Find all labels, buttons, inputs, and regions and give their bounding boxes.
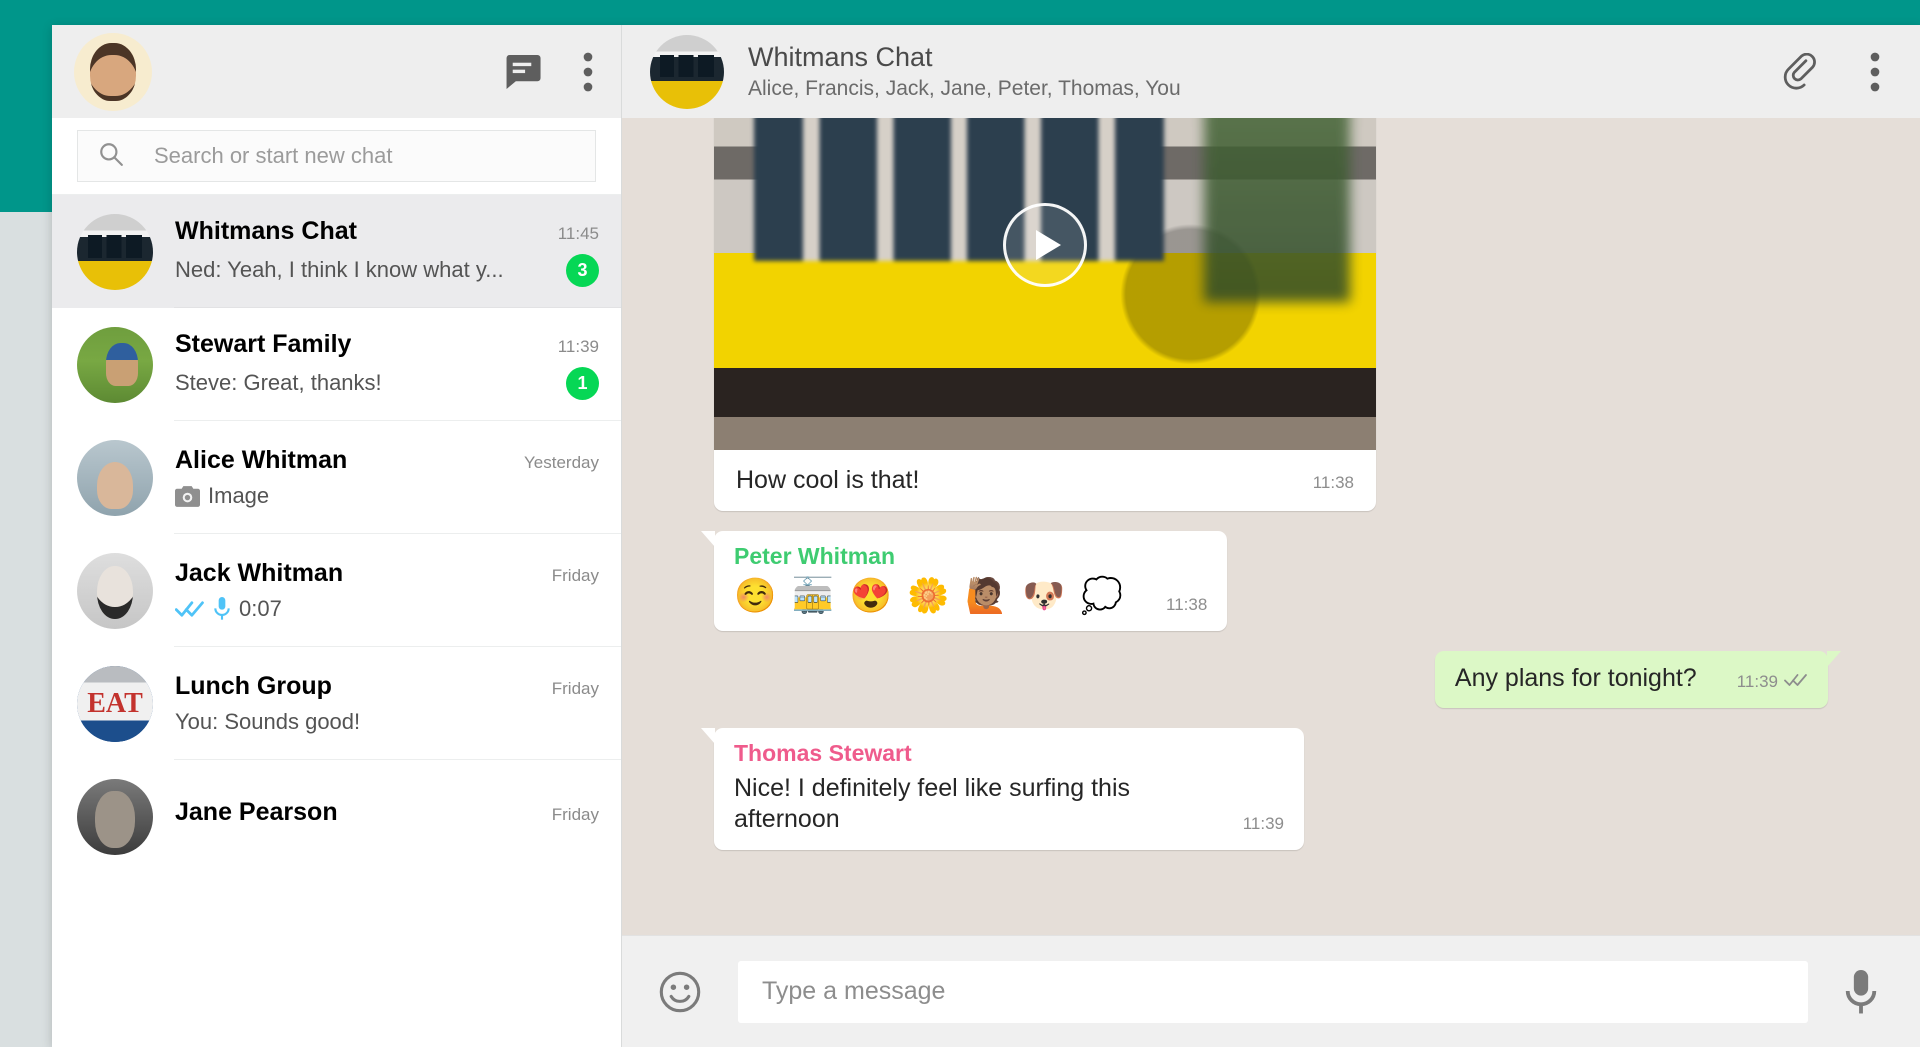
chat-time: Friday: [551, 566, 599, 585]
message-text: Any plans for tonight?: [1454, 663, 1697, 692]
overflow-menu-icon[interactable]: [583, 52, 593, 92]
chat-list[interactable]: Whitmans Chat 11:45 Ned: Yeah, I think I…: [52, 195, 621, 1047]
chat-preview: 0:07: [239, 596, 282, 621]
search-icon: [98, 141, 124, 172]
chat-name: Jack Whitman: [175, 559, 344, 587]
chat-item-body: Alice Whitman Yesterday Image: [175, 446, 599, 509]
message-row: How cool is that! 11:38: [714, 118, 1828, 511]
message-input[interactable]: [738, 960, 1808, 1023]
chat-time: Friday: [551, 805, 599, 824]
avatar: [77, 326, 153, 403]
chat-preview: You: Sounds good!: [175, 709, 361, 734]
message-row: Any plans for tonight? 11:39: [714, 650, 1842, 709]
camera-icon: [175, 485, 200, 507]
microphone-icon[interactable]: [1844, 969, 1878, 1015]
paperclip-icon[interactable]: [1782, 52, 1820, 91]
unread-badge: 1: [566, 366, 599, 400]
avatar: [77, 778, 153, 855]
emoji-content: ☺️ 🚋 😍 🌼 🙋🏽 🐶 💭: [734, 577, 1127, 615]
play-icon[interactable]: [1003, 203, 1087, 287]
double-check-icon: [1784, 672, 1808, 692]
chat-item-body: Stewart Family 11:39 Steve: Great, thank…: [175, 330, 599, 400]
sidebar-header: [52, 25, 621, 118]
chat-item-body: Whitmans Chat 11:45 Ned: Yeah, I think I…: [175, 217, 599, 287]
chat-preview: Image: [208, 483, 270, 508]
chat-panel: Whitmans Chat Alice, Francis, Jack, Jane…: [622, 25, 1920, 1047]
search-bar-container: [52, 118, 621, 195]
chat-preview: Ned: Yeah, I think I know what y...: [175, 257, 504, 282]
chat-header-actions: [1782, 52, 1880, 92]
sidebar-header-actions: [503, 52, 593, 92]
participants-list: Alice, Francis, Jack, Jane, Peter, Thoma…: [748, 77, 1181, 100]
new-chat-icon[interactable]: [503, 54, 541, 89]
chat-time: Yesterday: [524, 453, 599, 472]
search-box[interactable]: [77, 130, 596, 182]
page-title: Whitmans Chat: [748, 42, 933, 72]
timestamp: 11:38: [1312, 473, 1354, 492]
message-bubble-emoji[interactable]: Peter Whitman ☺️ 🚋 😍 🌼 🙋🏽 🐶 💭 11:38: [700, 531, 1228, 631]
chat-list-item-jane-pearson[interactable]: Jane Pearson Friday: [52, 760, 621, 873]
chat-list-item-whitmans-chat[interactable]: Whitmans Chat 11:45 Ned: Yeah, I think I…: [52, 195, 621, 308]
message-bubble-thomas[interactable]: Thomas Stewart Nice! I definitely feel l…: [701, 728, 1304, 850]
message-bubble-video[interactable]: How cool is that! 11:38: [714, 118, 1376, 511]
timestamp: 11:39: [1242, 813, 1284, 833]
avatar: [77, 213, 153, 290]
avatar: [77, 439, 153, 516]
sidebar: Whitmans Chat 11:45 Ned: Yeah, I think I…: [52, 25, 622, 1047]
message-row: Thomas Stewart Nice! I definitely feel l…: [701, 728, 1828, 850]
timestamp: 11:38: [1166, 594, 1208, 614]
timestamp-text: 11:39: [1736, 672, 1778, 692]
message-text: Nice! I definitely feel like surfing thi…: [734, 774, 1131, 834]
chat-name: Alice Whitman: [175, 446, 348, 474]
sender-name: Thomas Stewart: [734, 740, 912, 767]
media-caption: How cool is that! 11:38: [714, 450, 1376, 511]
video-thumbnail[interactable]: [714, 118, 1376, 450]
chat-list-item-lunch-group[interactable]: Lunch Group Friday You: Sounds good!: [52, 647, 621, 760]
chat-item-body: Lunch Group Friday You: Sounds good!: [175, 672, 599, 735]
chat-time: 11:45: [557, 223, 599, 243]
chat-name: Lunch Group: [175, 672, 332, 700]
sender-name: Peter Whitman: [734, 543, 896, 569]
message-row: Peter Whitman ☺️ 🚋 😍 🌼 🙋🏽 🐶 💭 11:38: [700, 531, 1828, 631]
caption-text: How cool is that!: [736, 466, 920, 494]
chat-item-body: Jack Whitman Friday 0:07: [175, 559, 599, 622]
chat-time: 11:39: [557, 336, 599, 356]
avatar: [77, 665, 153, 742]
chat-preview: Steve: Great, thanks!: [175, 370, 382, 395]
chat-avatar[interactable]: [650, 34, 724, 109]
chat-list-item-jack-whitman[interactable]: Jack Whitman Friday 0:07: [52, 534, 621, 647]
chat-list-item-alice-whitman[interactable]: Alice Whitman Yesterday Image: [52, 421, 621, 534]
chat-header-text: Whitmans Chat Alice, Francis, Jack, Jane…: [748, 42, 1181, 101]
message-list[interactable]: How cool is that! 11:38 Peter Whitman ☺️…: [622, 118, 1920, 935]
emoji-icon[interactable]: [658, 970, 702, 1014]
message-bubble-outgoing[interactable]: Any plans for tonight? 11:39: [1434, 650, 1842, 709]
chat-list-item-stewart-family[interactable]: Stewart Family 11:39 Steve: Great, thank…: [52, 308, 621, 421]
app-root: Whitmans Chat 11:45 Ned: Yeah, I think I…: [0, 0, 1920, 1047]
chat-header: Whitmans Chat Alice, Francis, Jack, Jane…: [622, 25, 1920, 118]
user-avatar[interactable]: [74, 32, 152, 111]
unread-badge: 3: [566, 253, 599, 287]
compose-bar: [622, 935, 1920, 1047]
whatsapp-window: Whitmans Chat 11:45 Ned: Yeah, I think I…: [52, 25, 1920, 1047]
chat-name: Whitmans Chat: [175, 216, 357, 245]
timestamp: 11:39: [1737, 672, 1808, 694]
chat-name: Stewart Family: [175, 329, 352, 358]
search-input[interactable]: [154, 143, 575, 169]
chat-name: Jane Pearson: [175, 798, 338, 826]
double-check-icon: [175, 600, 205, 618]
chat-time: Friday: [551, 679, 599, 698]
overflow-menu-icon[interactable]: [1870, 52, 1880, 92]
avatar: [77, 552, 153, 629]
microphone-icon: [213, 597, 231, 621]
chat-item-body: Jane Pearson Friday: [175, 798, 599, 835]
